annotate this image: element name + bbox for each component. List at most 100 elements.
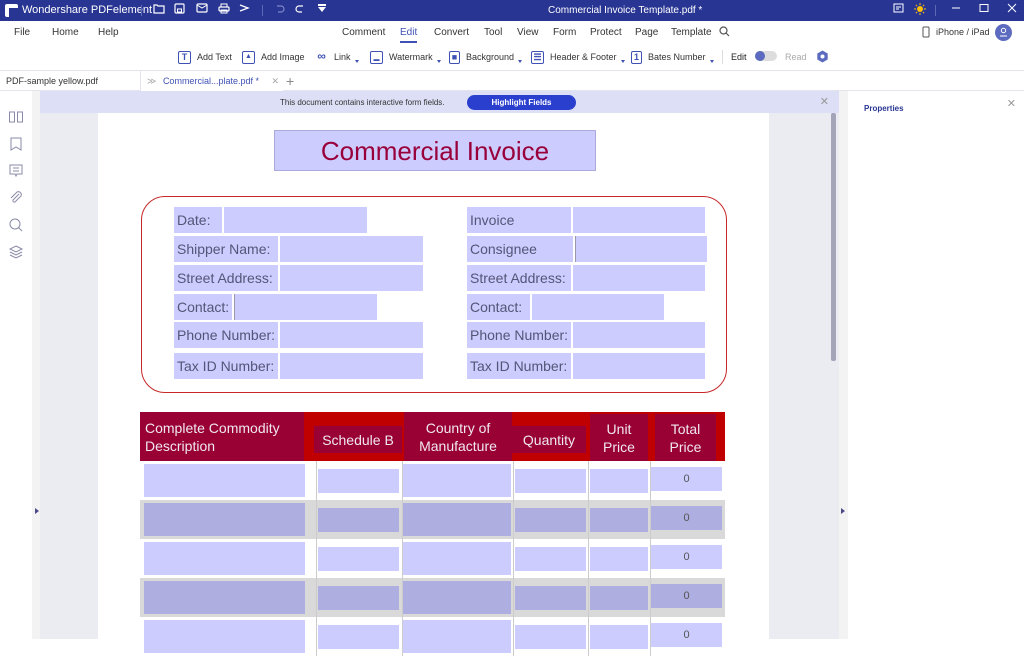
shipper-contact-field[interactable] bbox=[234, 294, 377, 320]
bookmark-icon[interactable] bbox=[8, 136, 24, 152]
total-price-cell[interactable]: 0 bbox=[651, 506, 722, 530]
description-cell[interactable] bbox=[144, 464, 305, 497]
consignee-contact-field[interactable] bbox=[532, 294, 664, 320]
invoice-number-label: Invoice Number: bbox=[467, 207, 571, 254]
thumbnails-icon[interactable] bbox=[8, 109, 24, 125]
search-icon[interactable] bbox=[719, 26, 730, 40]
menu-home[interactable]: Home bbox=[52, 27, 79, 38]
vertical-scrollbar[interactable] bbox=[831, 113, 836, 361]
menu-template[interactable]: Template bbox=[671, 27, 712, 38]
quantity-cell[interactable] bbox=[515, 508, 586, 532]
collapse-right-panel-icon[interactable] bbox=[841, 508, 845, 514]
add-image-button[interactable]: ▲ Add Image bbox=[242, 50, 305, 64]
bates-number-button[interactable]: 1 Bates Number bbox=[631, 50, 714, 64]
attachment-icon[interactable] bbox=[8, 190, 24, 206]
menu-protect[interactable]: Protect bbox=[590, 27, 622, 38]
menu-view[interactable]: View bbox=[517, 27, 539, 38]
highlight-fields-button[interactable]: Highlight Fields bbox=[467, 95, 576, 110]
description-cell[interactable] bbox=[144, 581, 305, 614]
menu-edit[interactable]: Edit bbox=[400, 27, 418, 43]
total-price-cell[interactable]: 0 bbox=[651, 623, 722, 647]
menu-tool[interactable]: Tool bbox=[484, 27, 502, 38]
menu-help[interactable]: Help bbox=[98, 27, 119, 38]
folder-open-icon[interactable] bbox=[151, 3, 166, 18]
menu-comment[interactable]: Comment bbox=[342, 27, 385, 38]
tab-commercial-invoice[interactable]: ≫ Commercial...plate.pdf * ✕ bbox=[141, 71, 283, 91]
date-field[interactable] bbox=[224, 207, 367, 233]
menu-page[interactable]: Page bbox=[635, 27, 658, 38]
schedule-b-cell[interactable] bbox=[318, 625, 399, 649]
maximize-icon[interactable] bbox=[976, 3, 991, 18]
schedule-b-cell[interactable] bbox=[318, 586, 399, 610]
share-icon[interactable] bbox=[237, 3, 252, 18]
shipper-phone-field[interactable] bbox=[280, 322, 423, 348]
country-cell[interactable] bbox=[403, 542, 511, 575]
consignee-contact-row: Contact: bbox=[467, 294, 664, 320]
total-price-cell[interactable]: 0 bbox=[651, 584, 722, 608]
unit-price-cell[interactable] bbox=[590, 586, 648, 610]
menu-form[interactable]: Form bbox=[553, 27, 576, 38]
country-cell[interactable] bbox=[403, 620, 511, 653]
link-button[interactable]: ∞ Link bbox=[315, 50, 359, 64]
menu-file[interactable]: File bbox=[14, 27, 30, 38]
settings-icon[interactable] bbox=[816, 50, 829, 65]
feedback-icon[interactable] bbox=[891, 3, 906, 18]
quantity-cell[interactable] bbox=[515, 469, 586, 493]
close-tab-icon[interactable]: ✕ bbox=[271, 71, 279, 91]
quantity-cell[interactable] bbox=[515, 625, 586, 649]
print-icon[interactable] bbox=[216, 3, 231, 18]
device-link[interactable]: iPhone / iPad bbox=[936, 27, 990, 37]
save-icon[interactable] bbox=[172, 3, 187, 18]
shipper-street-field[interactable] bbox=[280, 265, 423, 291]
customize-icon[interactable] bbox=[314, 3, 329, 18]
shipper-name-field[interactable] bbox=[280, 236, 423, 262]
unit-price-cell[interactable] bbox=[590, 547, 648, 571]
expand-left-panel-icon[interactable] bbox=[35, 508, 39, 514]
schedule-b-cell[interactable] bbox=[318, 469, 399, 493]
country-cell[interactable] bbox=[403, 581, 511, 614]
layers-icon[interactable] bbox=[8, 244, 24, 260]
comment-icon[interactable] bbox=[8, 163, 24, 179]
quantity-cell[interactable] bbox=[515, 547, 586, 571]
country-cell[interactable] bbox=[403, 503, 511, 536]
total-price-cell[interactable]: 0 bbox=[651, 545, 722, 569]
schedule-b-cell[interactable] bbox=[318, 508, 399, 532]
watermark-button[interactable]: ▬ Watermark bbox=[370, 50, 441, 64]
schedule-b-cell[interactable] bbox=[318, 547, 399, 571]
column-divider bbox=[513, 461, 514, 500]
phone-icon[interactable] bbox=[922, 26, 930, 41]
edit-read-toggle[interactable] bbox=[755, 51, 777, 61]
new-tab-button[interactable]: + bbox=[286, 71, 294, 91]
header-footer-button[interactable]: ☰ Header & Footer bbox=[531, 50, 625, 64]
unit-price-cell[interactable] bbox=[590, 625, 648, 649]
invoice-number-field[interactable] bbox=[573, 207, 705, 233]
unit-price-cell[interactable] bbox=[590, 508, 648, 532]
menu-convert[interactable]: Convert bbox=[434, 27, 469, 38]
undo-icon[interactable] bbox=[272, 3, 287, 18]
description-cell[interactable] bbox=[144, 503, 305, 536]
country-cell[interactable] bbox=[403, 464, 511, 497]
background-button[interactable]: ■ Background bbox=[449, 50, 523, 64]
search-icon[interactable] bbox=[8, 217, 24, 233]
redo-icon[interactable] bbox=[292, 3, 307, 18]
unit-price-cell[interactable] bbox=[590, 469, 648, 493]
minimize-icon[interactable] bbox=[948, 3, 963, 18]
theme-sun-icon[interactable] bbox=[912, 3, 927, 18]
close-properties-icon[interactable]: ✕ bbox=[1007, 97, 1016, 110]
total-price-cell[interactable]: 0 bbox=[651, 467, 722, 491]
mail-icon[interactable] bbox=[194, 3, 209, 18]
menu-bar: File Home Help Comment Edit Convert Tool… bbox=[0, 21, 1024, 44]
avatar[interactable] bbox=[995, 24, 1012, 41]
quantity-cell[interactable] bbox=[515, 586, 586, 610]
close-icon[interactable] bbox=[1004, 3, 1019, 18]
consignee-street-field[interactable] bbox=[573, 265, 705, 291]
description-cell[interactable] bbox=[144, 620, 305, 653]
add-text-button[interactable]: T Add Text bbox=[178, 50, 232, 64]
close-notice-icon[interactable]: ✕ bbox=[820, 95, 829, 108]
consignee-taxid-field[interactable] bbox=[573, 353, 705, 379]
tab-pdf-sample[interactable]: PDF-sample yellow.pdf bbox=[0, 71, 141, 91]
consignee-name-field[interactable] bbox=[575, 236, 707, 262]
consignee-phone-field[interactable] bbox=[573, 322, 705, 348]
description-cell[interactable] bbox=[144, 542, 305, 575]
shipper-taxid-field[interactable] bbox=[280, 353, 423, 379]
